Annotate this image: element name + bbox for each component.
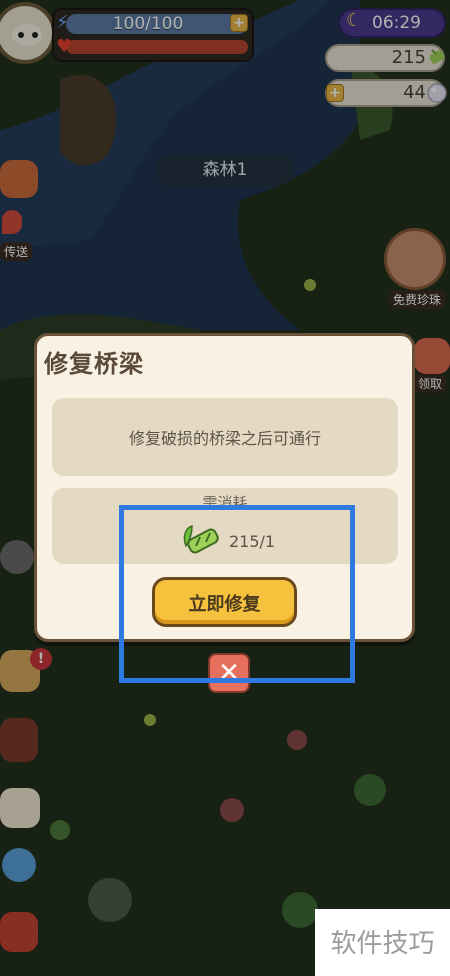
claim-label[interactable]: 领取: [414, 374, 447, 393]
free-pearl-button[interactable]: [384, 228, 446, 290]
wardrobe-shirt-icon[interactable]: [0, 788, 40, 828]
journal-book-icon[interactable]: [0, 718, 38, 762]
dialog-title: 修复桥梁: [44, 350, 144, 378]
energy-text: 100/100: [112, 14, 184, 34]
description-text: 修复破损的桥梁之后可通行: [128, 429, 321, 448]
magnifier-icon[interactable]: [2, 848, 36, 882]
avatar-eye-right: [32, 32, 38, 38]
pearl-icon: [427, 83, 447, 103]
lightning-icon: ⚡: [56, 12, 69, 33]
heart-icon: ♥: [56, 36, 73, 57]
alert-badge: !: [30, 648, 52, 670]
watermark-text: 软件技巧: [330, 929, 435, 959]
repair-now-label: 立即修复: [188, 594, 261, 615]
close-icon: ✕: [218, 658, 240, 688]
location-pin-icon: [2, 210, 22, 234]
gift-box-icon[interactable]: [414, 338, 450, 374]
resource-bamboo-count: 215: [391, 47, 426, 68]
map-pin-button[interactable]: [0, 160, 38, 198]
add-energy-button[interactable]: +: [230, 14, 248, 32]
area-label: 森林1: [202, 160, 248, 180]
avatar-eye-left: [18, 32, 24, 38]
clock-text: 06:29: [372, 13, 421, 33]
cost-value: 215/1: [229, 532, 276, 551]
teleport-label[interactable]: 传送: [0, 242, 33, 261]
health-bar: [66, 40, 248, 54]
resource-pearl-count: 44: [403, 82, 426, 103]
bamboo-icon: [429, 49, 445, 64]
settings-gear-icon[interactable]: [0, 540, 34, 574]
cost-title: 需消耗: [202, 494, 248, 512]
moon-icon: ☾: [346, 10, 363, 31]
backpack-icon[interactable]: [0, 912, 38, 952]
bamboo-icon: [183, 524, 219, 554]
free-pearl-label[interactable]: 免费珍珠: [389, 290, 446, 309]
